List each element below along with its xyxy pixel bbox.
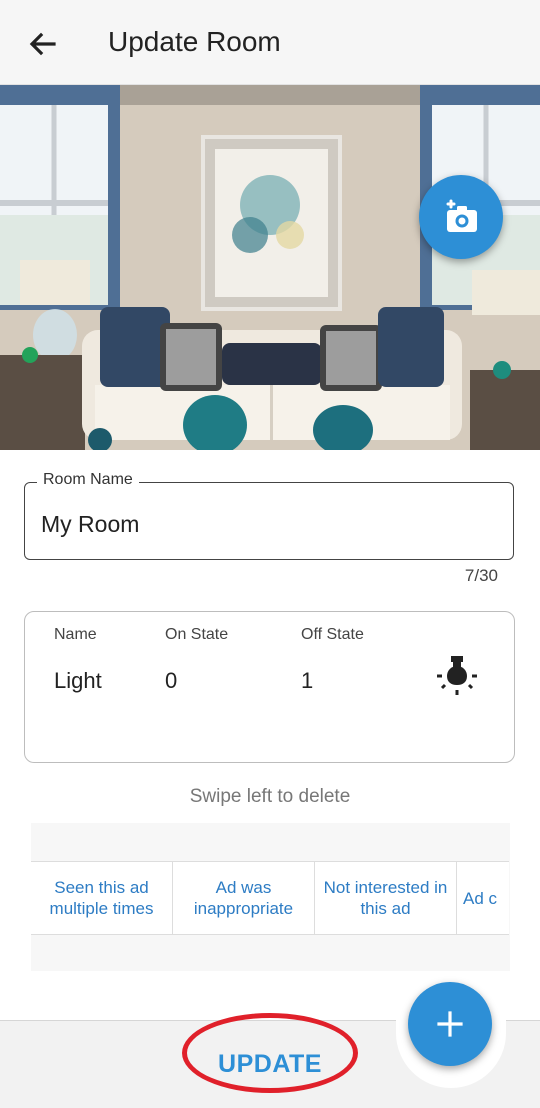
ad-option-seen-multiple[interactable]: Seen this ad multiple times xyxy=(31,862,173,934)
room-photo-illustration xyxy=(0,85,540,450)
character-counter: 7/30 xyxy=(464,566,498,585)
ad-feedback-strip: Seen this ad multiple times Ad was inapp… xyxy=(31,823,510,971)
room-name-label: Room Name xyxy=(37,471,139,489)
ad-option-inappropriate[interactable]: Ad was inappropriate xyxy=(173,862,315,934)
add-photo-camera-icon xyxy=(446,199,477,232)
ad-feedback-options: Seen this ad multiple times Ad was inapp… xyxy=(31,861,509,935)
ad-option-not-interested[interactable]: Not interested in this ad xyxy=(315,862,457,934)
add-device-button[interactable] xyxy=(408,982,492,1066)
device-off-state: 1 xyxy=(301,668,314,693)
app-bar: Update Room xyxy=(0,0,540,85)
device-card[interactable]: Name On State Off State Light 0 1 xyxy=(24,611,515,763)
highlight-ring xyxy=(182,1013,358,1093)
add-photo-button[interactable] xyxy=(419,175,503,259)
header-off-state: Off State xyxy=(301,626,364,643)
header-name: Name xyxy=(54,626,97,643)
room-name-field[interactable]: Room Name My Room xyxy=(24,471,514,560)
device-on-state: 0 xyxy=(165,668,178,693)
room-name-input[interactable]: My Room xyxy=(41,511,139,538)
page-title: Update Room xyxy=(108,26,281,57)
room-photo xyxy=(0,85,540,450)
header-on-state: On State xyxy=(165,626,229,643)
swipe-hint: Swipe left to delete xyxy=(189,786,351,807)
light-bulb-icon xyxy=(437,656,477,695)
plus-icon xyxy=(437,1011,463,1037)
arrow-left-icon[interactable] xyxy=(24,26,60,62)
ad-option-cut-off[interactable]: Ad c xyxy=(457,862,509,934)
device-name: Light xyxy=(54,668,102,693)
